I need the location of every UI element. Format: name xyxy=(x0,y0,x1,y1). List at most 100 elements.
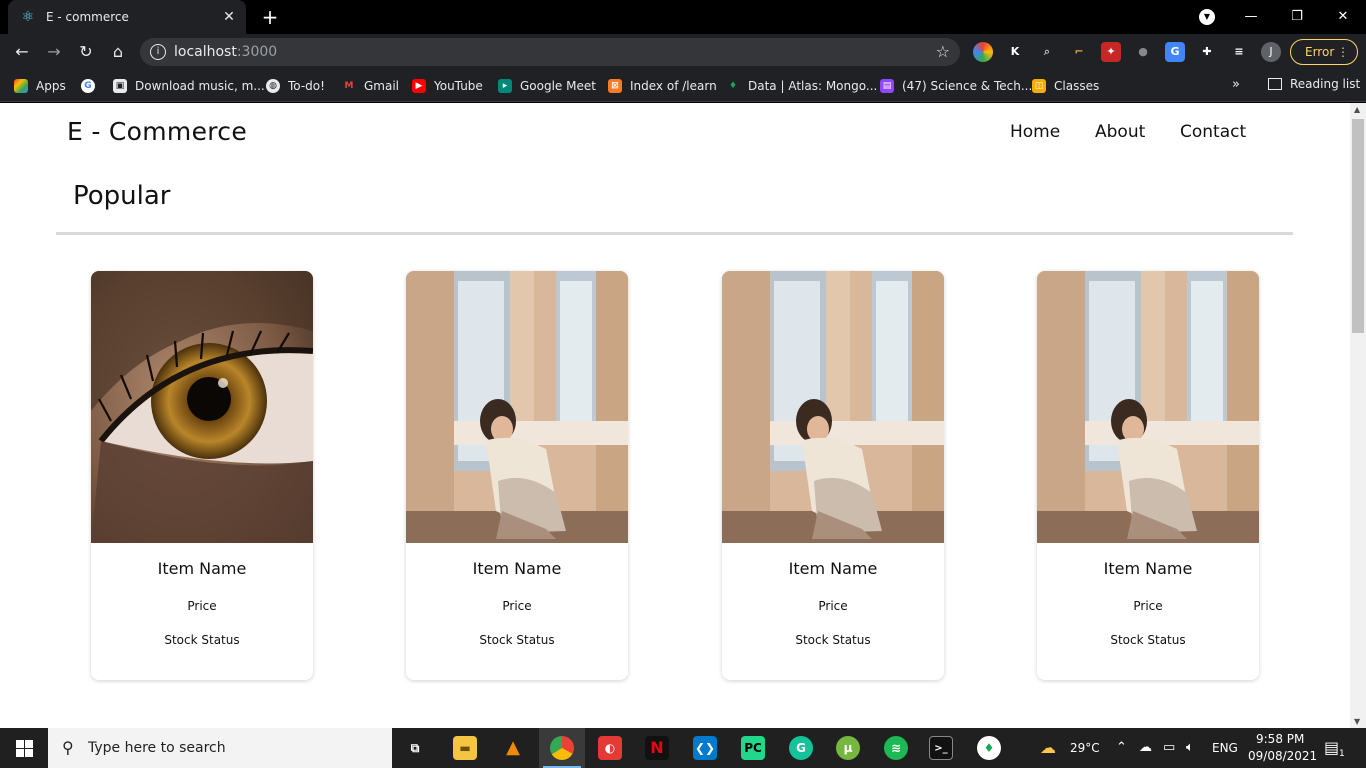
reading-list-label: Reading list xyxy=(1290,77,1361,91)
product-price: Price xyxy=(502,599,532,613)
gmail-icon: M xyxy=(342,79,356,93)
scroll-up-arrow-icon[interactable]: ▲ xyxy=(1354,105,1360,114)
product-image-woman-window[interactable] xyxy=(722,271,944,543)
chrome-taskbar-icon[interactable] xyxy=(539,728,585,768)
product-image-eye[interactable] xyxy=(91,271,313,543)
page-scrollbar[interactable]: ▲ ▼ xyxy=(1350,103,1366,728)
new-tab-button[interactable]: + xyxy=(258,6,282,28)
browser-tab-active[interactable]: ⚛ E - commerce ✕ xyxy=(8,0,246,34)
netflix-icon[interactable]: N xyxy=(634,728,680,768)
meet-icon: ▸ xyxy=(498,79,512,93)
bug-extension-icon[interactable]: ✦ xyxy=(1101,42,1121,62)
bookmark-label: (47) Science & Tech... xyxy=(902,79,1033,93)
bookmark-label: Data | Atlas: Mongo... xyxy=(748,79,878,93)
restore-button[interactable]: ❐ xyxy=(1274,0,1320,34)
more-menu-icon: ⋮ xyxy=(1337,45,1349,59)
forward-arrow-icon[interactable]: → xyxy=(42,40,66,64)
bookmark-science-tech[interactable]: ▤ (47) Science & Tech... xyxy=(880,77,1032,95)
network-icon[interactable]: ▭ xyxy=(1163,740,1175,755)
reload-icon[interactable]: ↻ xyxy=(74,40,98,64)
nav-link-about[interactable]: About xyxy=(1095,122,1145,142)
utorrent-icon[interactable]: µ xyxy=(825,728,871,768)
mongodb-leaf-icon: ♦ xyxy=(726,79,740,93)
close-tab-icon[interactable]: ✕ xyxy=(220,8,238,26)
bookmark-atlas-mongo[interactable]: ♦ Data | Atlas: Mongo... xyxy=(726,77,877,95)
onedrive-cloud-icon[interactable]: ☁ xyxy=(1139,740,1152,755)
minimize-button[interactable]: — xyxy=(1228,0,1274,34)
taskbar-search-box[interactable]: ⚲ Type here to search xyxy=(48,728,392,768)
bookmark-youtube[interactable]: ▶ YouTube xyxy=(412,77,483,95)
browser-toolbar: ← → ↻ ⌂ i localhost:3000 ☆ K ⌕ ⌐ ✦ ● G ✚… xyxy=(0,34,1366,70)
react-favicon-icon: ⚛ xyxy=(21,9,35,25)
pycharm-icon[interactable]: PC xyxy=(730,728,776,768)
translate-extension-icon[interactable]: G xyxy=(1165,42,1185,62)
media-playlist-icon[interactable]: ≡ xyxy=(1229,42,1249,62)
profile-avatar[interactable]: J xyxy=(1261,42,1281,62)
scroll-down-arrow-icon[interactable]: ▼ xyxy=(1354,717,1360,726)
address-bar[interactable]: i localhost:3000 ☆ xyxy=(140,38,960,66)
grammarly-icon[interactable]: G xyxy=(778,728,824,768)
url-host: localhost xyxy=(174,44,237,60)
k-extension-icon[interactable]: K xyxy=(1005,42,1025,62)
language-indicator[interactable]: ENG xyxy=(1212,741,1238,755)
color-picker-extension-icon[interactable] xyxy=(973,42,993,62)
vlc-icon[interactable]: ▲ xyxy=(490,728,536,768)
tab-search-icon[interactable]: ▼ xyxy=(1199,9,1215,25)
bookmark-gmail[interactable]: M Gmail xyxy=(342,77,399,95)
extensions-puzzle-icon[interactable]: ✚ xyxy=(1197,42,1217,62)
bookmark-label: YouTube xyxy=(434,79,483,93)
ruler-extension-icon[interactable]: ⌐ xyxy=(1069,42,1089,62)
error-status-button[interactable]: Error ⋮ xyxy=(1290,39,1358,65)
volume-icon[interactable]: 🔈︎ xyxy=(1186,740,1194,755)
bookmark-classes[interactable]: ◫ Classes xyxy=(1032,77,1099,95)
product-card[interactable]: Item Name Price Stock Status xyxy=(722,271,944,680)
notifications-icon[interactable]: ▤ xyxy=(1324,738,1339,757)
chevron-up-icon[interactable]: ⌃ xyxy=(1116,740,1127,755)
nav-link-home[interactable]: Home xyxy=(1010,122,1060,142)
product-image-woman-window[interactable] xyxy=(1037,271,1259,543)
bookmarks-overflow-icon[interactable]: » xyxy=(1232,77,1240,92)
terminal-icon[interactable]: >_ xyxy=(918,728,964,768)
mongodb-compass-icon[interactable]: ♦ xyxy=(966,728,1012,768)
tab-title: E - commerce xyxy=(46,10,129,24)
vscode-icon[interactable]: ❮❯ xyxy=(682,728,728,768)
clock-date[interactable]: 09/08/2021 xyxy=(1248,749,1317,763)
reading-list-icon xyxy=(1268,78,1282,90)
bookmark-todo[interactable]: ◍ To-do! xyxy=(266,77,325,95)
spotify-icon[interactable]: ≋ xyxy=(873,728,919,768)
product-stock-status: Stock Status xyxy=(795,633,871,647)
bookmark-download-music[interactable]: ▣ Download music, m... xyxy=(113,77,265,95)
reading-list-button[interactable]: Reading list xyxy=(1268,77,1360,91)
bookmark-label: Google Meet xyxy=(520,79,596,93)
bookmark-star-icon[interactable]: ☆ xyxy=(936,42,950,61)
bookmark-apps[interactable]: Apps xyxy=(14,77,66,95)
clock-time[interactable]: 9:58 PM xyxy=(1256,732,1304,746)
browser-titlebar: ⚛ E - commerce ✕ + ▼ — ❐ ✕ xyxy=(0,0,1366,34)
bookmark-google[interactable]: G xyxy=(81,77,103,95)
product-card[interactable]: Item Name Price Stock Status xyxy=(406,271,628,680)
product-card[interactable]: Item Name Price Stock Status xyxy=(91,271,313,680)
xampp-icon: ⊠ xyxy=(608,79,622,93)
nav-link-contact[interactable]: Contact xyxy=(1180,122,1246,142)
back-arrow-icon[interactable]: ← xyxy=(10,40,34,64)
twitch-icon: ▤ xyxy=(880,79,894,93)
scrollbar-thumb[interactable] xyxy=(1352,119,1364,333)
weather-icon[interactable]: ☁ xyxy=(1040,738,1056,757)
site-info-icon[interactable]: i xyxy=(150,44,166,60)
section-divider xyxy=(56,232,1293,235)
bookmark-index-learn[interactable]: ⊠ Index of /learn xyxy=(608,77,717,95)
product-image-woman-window[interactable] xyxy=(406,271,628,543)
windows-start-icon[interactable] xyxy=(0,728,48,768)
cpu-extension-icon[interactable]: ● xyxy=(1133,42,1153,62)
garena-icon[interactable]: ◐ xyxy=(587,728,633,768)
bookmark-google-meet[interactable]: ▸ Google Meet xyxy=(498,77,596,95)
download-icon: ▣ xyxy=(113,79,127,93)
task-view-icon[interactable]: ⧉ xyxy=(392,728,438,768)
product-card[interactable]: Item Name Price Stock Status xyxy=(1037,271,1259,680)
file-explorer-icon[interactable]: ▬ xyxy=(442,728,488,768)
home-icon[interactable]: ⌂ xyxy=(106,40,130,64)
close-window-button[interactable]: ✕ xyxy=(1320,0,1366,34)
site-logo[interactable]: E - Commerce xyxy=(67,117,247,146)
weather-temperature[interactable]: 29°C xyxy=(1070,741,1100,755)
search-extension-icon[interactable]: ⌕ xyxy=(1037,42,1057,62)
